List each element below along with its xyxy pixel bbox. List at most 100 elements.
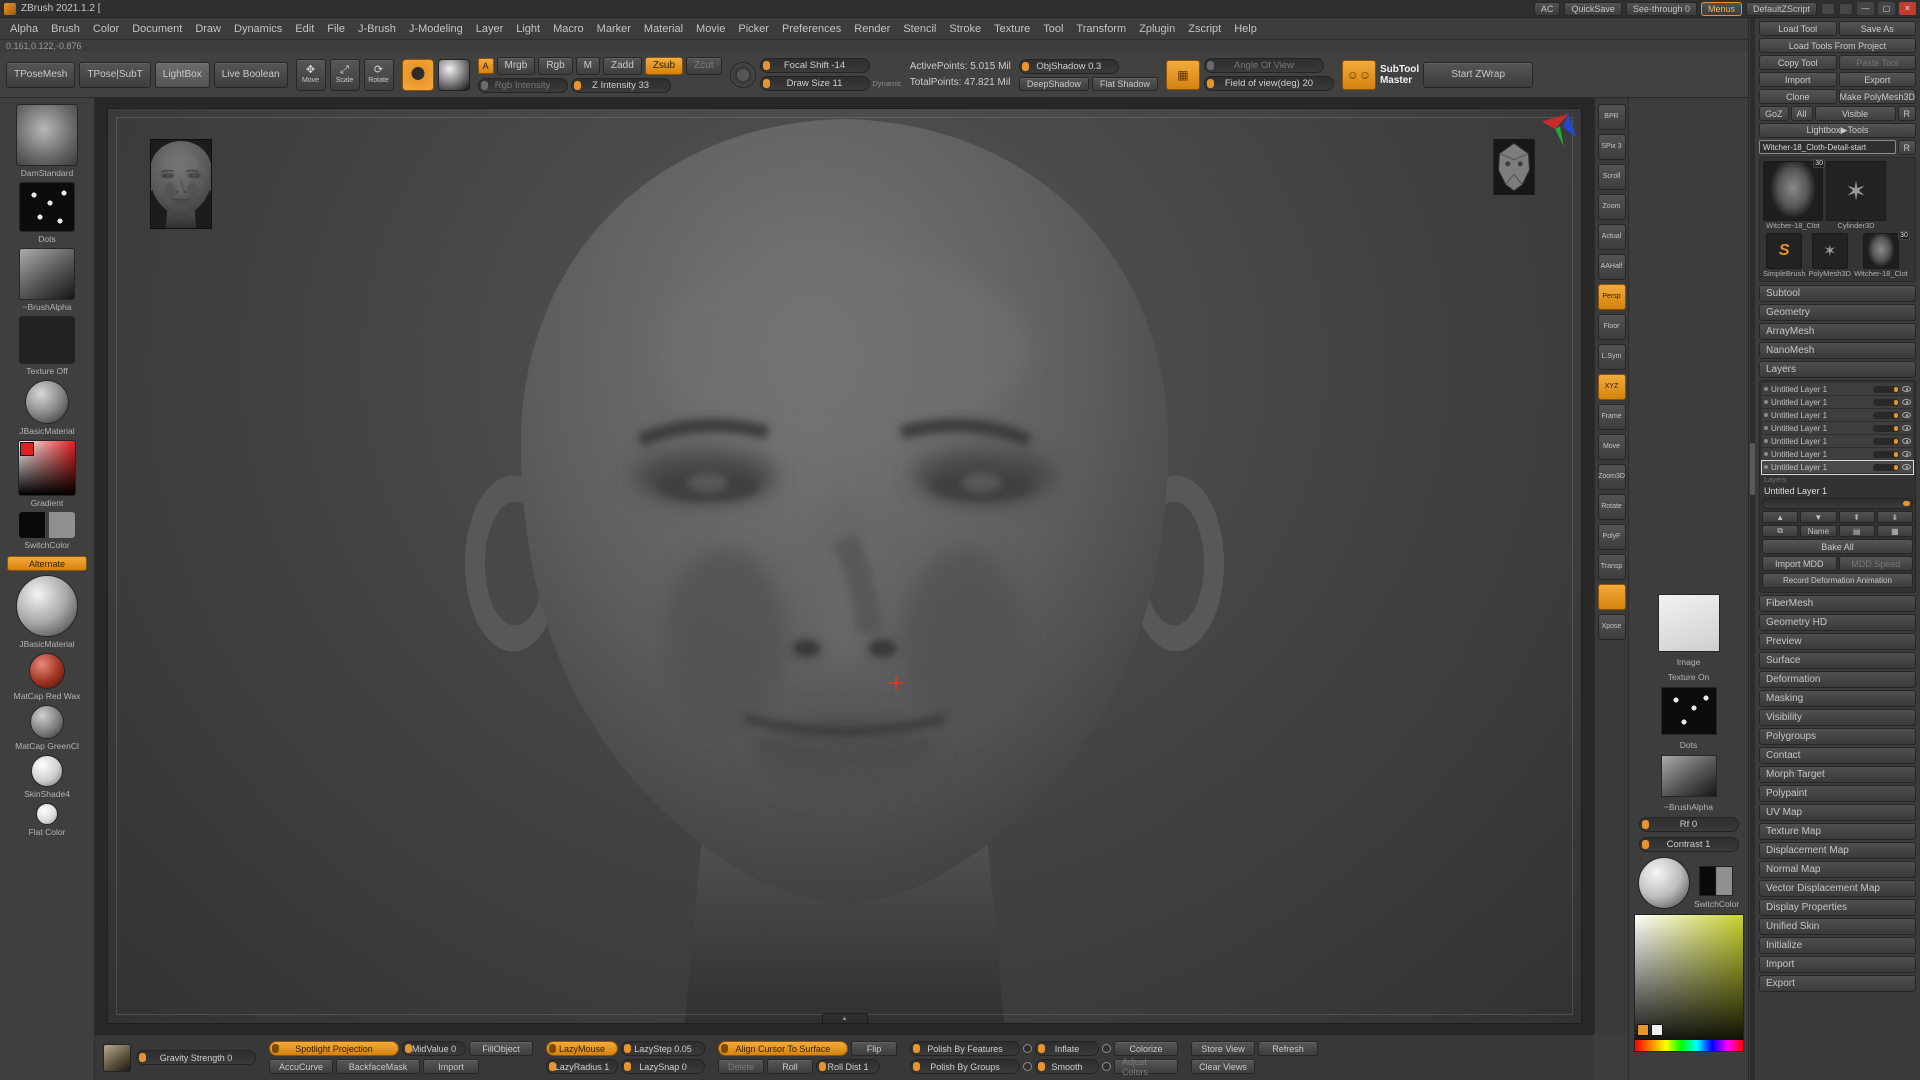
clear-views-button[interactable]: Clear Views <box>1191 1059 1255 1074</box>
zadd-button[interactable]: Zadd <box>603 57 642 75</box>
layer-control-icon[interactable]: ▲ <box>1762 511 1798 523</box>
z-intensity-slider[interactable]: Z Intensity 33 <box>571 78 671 93</box>
rgb-button[interactable]: Rgb <box>538 57 572 75</box>
copy-tool-button[interactable]: Copy Tool <box>1759 55 1837 70</box>
layer-row[interactable]: Untitled Layer 1 <box>1762 396 1913 409</box>
shelf-item[interactable]: MatCap GreenCl <box>15 705 79 751</box>
shelf-item[interactable]: MatCap Red Wax <box>14 653 81 701</box>
flatshadow-button[interactable]: Flat Shadow <box>1092 77 1158 91</box>
planar-head-icon[interactable] <box>1493 139 1535 195</box>
layer-row[interactable]: Untitled Layer 1 <box>1762 409 1913 422</box>
angle-of-view-slider[interactable]: Angle Of View <box>1204 58 1324 73</box>
ac-button[interactable]: AC <box>1534 2 1561 16</box>
roll-button[interactable]: Roll <box>767 1059 813 1074</box>
menu-item[interactable]: Help <box>1234 23 1257 35</box>
palette-section[interactable]: Polypaint <box>1759 785 1916 802</box>
layers-section-header[interactable]: Layers <box>1759 361 1916 378</box>
layer-name-button[interactable]: Name <box>1800 525 1836 537</box>
current-layer-name[interactable]: Untitled Layer 1 <box>1762 485 1913 497</box>
current-layer-slider[interactable] <box>1762 498 1913 509</box>
layer-intensity-slider[interactable] <box>1873 399 1899 406</box>
layer-name[interactable]: Untitled Layer 1 <box>1771 398 1870 407</box>
layer-control-icon[interactable]: ▼ <box>1800 511 1836 523</box>
palette-section[interactable]: Contact <box>1759 747 1916 764</box>
flip-button[interactable]: Flip <box>851 1041 897 1056</box>
right-shelf-button[interactable] <box>1598 584 1626 610</box>
quicksave-button[interactable]: QuickSave <box>1564 2 1622 16</box>
layer-intensity-slider[interactable] <box>1873 451 1899 458</box>
maximize-icon[interactable]: ▢ <box>1878 2 1895 15</box>
layer-row[interactable]: Untitled Layer 1 <box>1762 448 1913 461</box>
shelf-item[interactable]: JBasicMaterial <box>16 575 78 649</box>
lightbox-tools-button[interactable]: Lightbox▶Tools <box>1759 123 1916 138</box>
lazymouse-button[interactable]: LazyMouse <box>546 1041 618 1056</box>
tool-thumbnail[interactable]: ✶ PolyMesh3D <box>1809 233 1852 278</box>
right-shelf-button[interactable]: Zoom3D <box>1598 464 1626 490</box>
right-shelf-button[interactable]: Xpose <box>1598 614 1626 640</box>
layer-control-icon[interactable]: ⇟ <box>1877 511 1913 523</box>
scrollbar-handle[interactable] <box>1750 443 1755 495</box>
config-icon[interactable] <box>1839 3 1853 15</box>
import-button[interactable]: Import <box>423 1059 479 1074</box>
menu-item[interactable]: Picker <box>738 23 769 35</box>
load-tool-button[interactable]: Load Tool <box>1759 21 1837 36</box>
tool-thumbnail[interactable]: ✶ Cylinder3D <box>1826 161 1886 230</box>
material-sphere-icon[interactable] <box>438 59 470 91</box>
objshadow-slider[interactable]: ObjShadow 0.3 <box>1019 59 1119 74</box>
menu-item[interactable]: Movie <box>696 23 725 35</box>
right-shelf-button[interactable]: Zoom <box>1598 194 1626 220</box>
fov-slider[interactable]: Field of view(deg) 20 <box>1204 76 1334 91</box>
layer-row[interactable]: Untitled Layer 1 <box>1762 461 1913 474</box>
accucurve-button[interactable]: AccuCurve <box>269 1059 333 1074</box>
zcut-button[interactable]: Zcut <box>686 57 721 75</box>
draw-ring-icon[interactable] <box>730 62 756 88</box>
palette-section[interactable]: Polygroups <box>1759 728 1916 745</box>
menu-item[interactable]: Zplugin <box>1139 23 1175 35</box>
gravity-strength-slider[interactable]: Gravity Strength 0 <box>136 1050 256 1065</box>
record-deformation-button[interactable]: Record Deformation Animation <box>1762 573 1913 588</box>
shelf-thumb-icon[interactable] <box>25 380 69 424</box>
layout-icon[interactable] <box>1821 3 1835 15</box>
contrast-slider[interactable]: Contrast 1 <box>1639 837 1739 852</box>
shelf-thumb-icon[interactable] <box>19 182 75 232</box>
right-shelf-button[interactable]: Frame <box>1598 404 1626 430</box>
palette-section[interactable]: Morph Target <box>1759 766 1916 783</box>
clone-button[interactable]: Clone <box>1759 89 1837 104</box>
spotlight-projection-button[interactable]: Spotlight Projection <box>269 1041 399 1056</box>
palette-section[interactable]: Normal Map <box>1759 861 1916 878</box>
layer-name[interactable]: Untitled Layer 1 <box>1771 437 1870 446</box>
shelf-item[interactable]: ~BrushAlpha <box>19 248 75 312</box>
inflate-toggle-icon[interactable] <box>1102 1044 1111 1053</box>
layer-row[interactable]: Untitled Layer 1 <box>1762 422 1913 435</box>
shelf-thumb-icon[interactable] <box>16 575 78 637</box>
shelf-thumb-icon[interactable] <box>19 512 75 538</box>
shelf-thumb-icon[interactable] <box>36 803 58 825</box>
primary-swatch[interactable] <box>1637 1024 1649 1036</box>
close-icon[interactable]: ✕ <box>1899 2 1916 15</box>
shelf-item[interactable]: SkinShade4 <box>24 755 70 799</box>
tool-thumb-icon[interactable]: ✶ <box>1812 233 1848 269</box>
tool-thumb-icon[interactable]: S <box>1766 233 1802 269</box>
right-shelf-button[interactable]: Persp <box>1598 284 1626 310</box>
layer-name[interactable]: Untitled Layer 1 <box>1771 424 1870 433</box>
load-tools-from-project-button[interactable]: Load Tools From Project <box>1759 38 1916 53</box>
current-brush-icon[interactable] <box>402 59 434 91</box>
palette-section[interactable]: Preview <box>1759 633 1916 650</box>
right-shelf-button[interactable]: Transp <box>1598 554 1626 580</box>
layer-row[interactable]: Untitled Layer 1 <box>1762 435 1913 448</box>
right-shelf-button[interactable]: XYZ <box>1598 374 1626 400</box>
menu-item[interactable]: Zscript <box>1188 23 1221 35</box>
adjust-colors-button[interactable]: Adjust Colors <box>1114 1059 1178 1074</box>
mdd-speed-slider[interactable]: MDD Speed <box>1839 556 1914 571</box>
goz-r-button[interactable]: R <box>1898 106 1917 121</box>
subtool-master-label[interactable]: SubTool Master <box>1380 64 1419 86</box>
palette-section[interactable]: Deformation <box>1759 671 1916 688</box>
layer-control-icon[interactable]: ⇞ <box>1839 511 1875 523</box>
shelf-thumb-icon[interactable] <box>18 440 76 496</box>
menu-item[interactable]: Texture <box>994 23 1030 35</box>
make-polymesh3d-button[interactable]: Make PolyMesh3D <box>1839 89 1917 104</box>
layer-duplicate-icon[interactable]: ⧉ <box>1762 525 1798 537</box>
palette-section[interactable]: Vector Displacement Map <box>1759 880 1916 897</box>
smooth-slider[interactable]: Smooth <box>1035 1059 1099 1074</box>
rgb-intensity-slider[interactable]: Rgb Intensity <box>478 78 568 93</box>
